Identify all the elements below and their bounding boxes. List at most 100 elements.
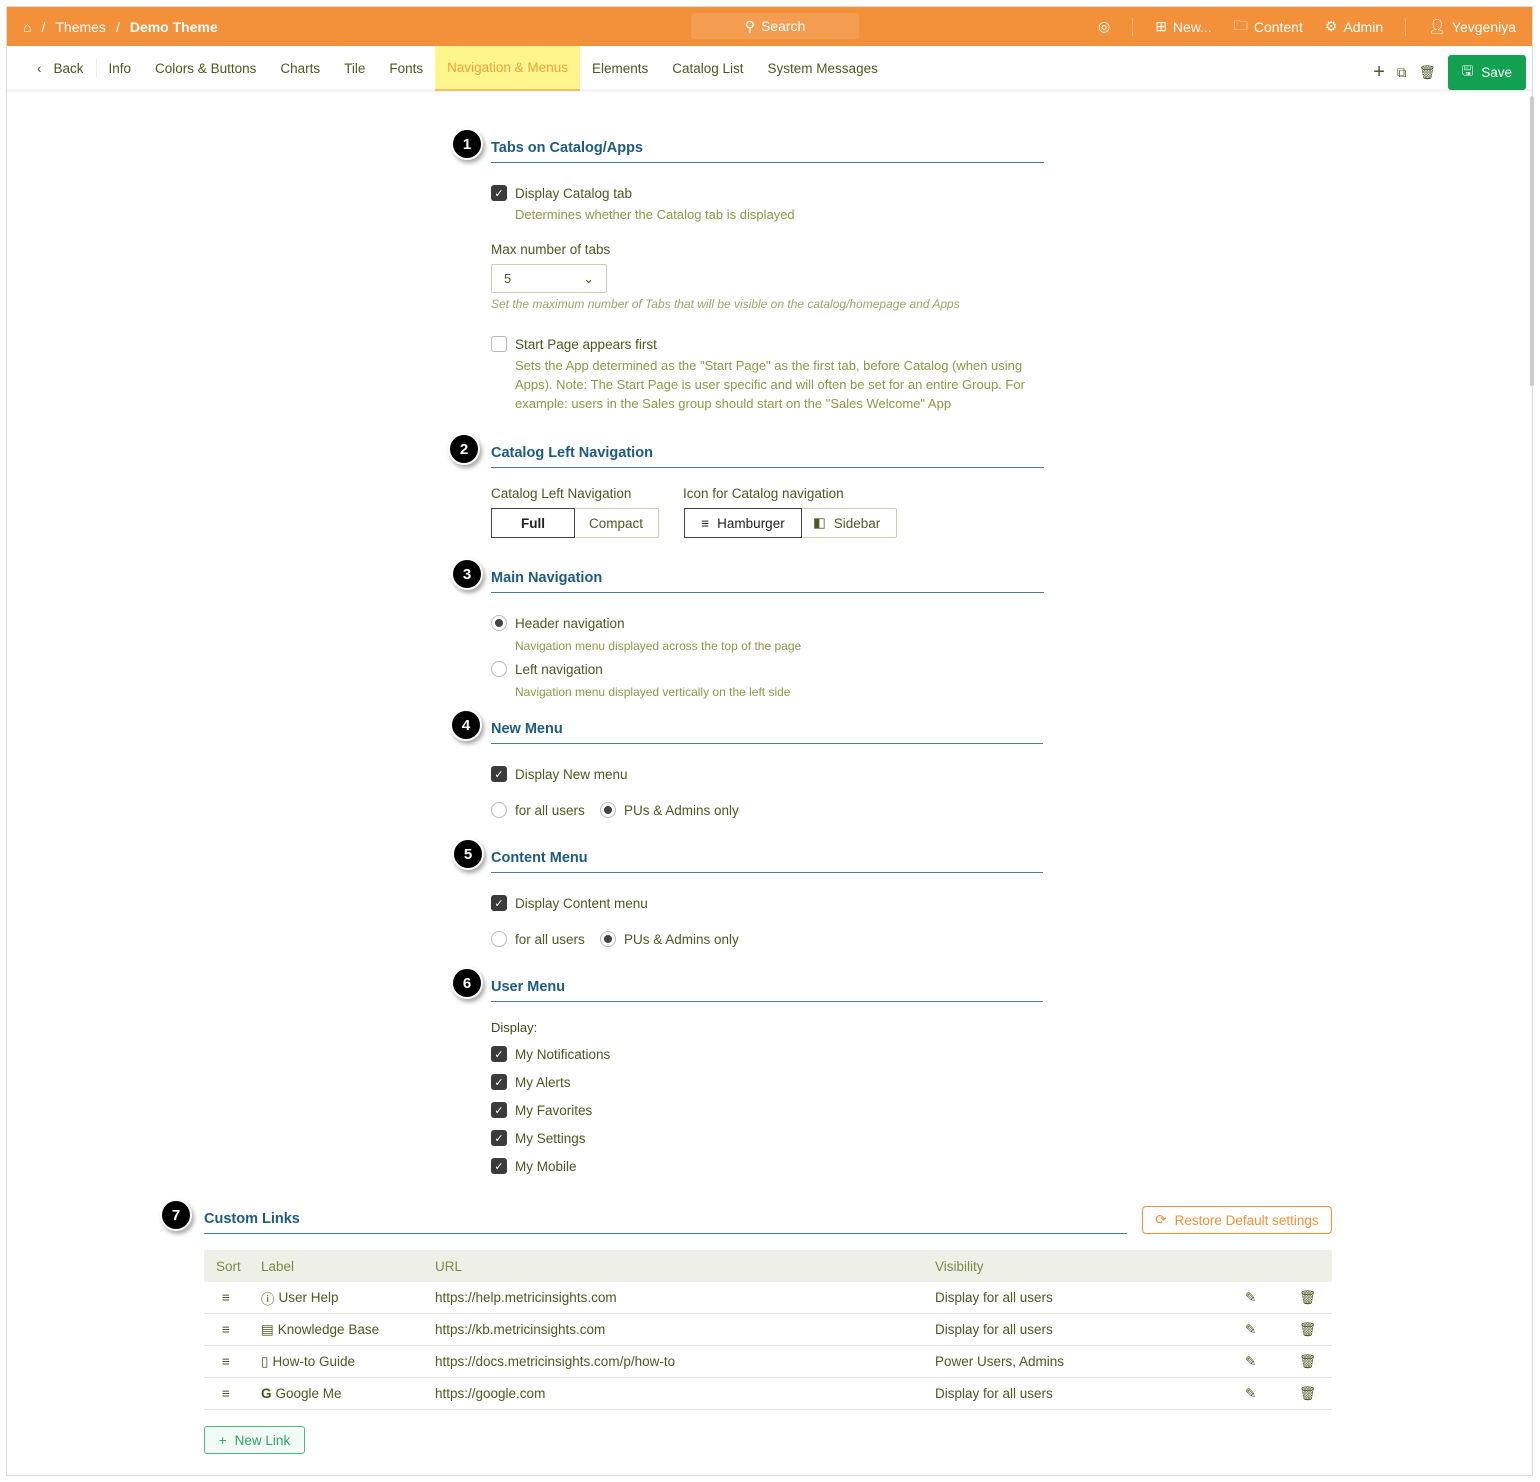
admin-menu[interactable]: ⚙ Admin — [1325, 18, 1383, 35]
drag-handle-icon[interactable]: ≡ — [204, 1290, 261, 1305]
chevron-left-icon: ‹ — [37, 60, 42, 76]
floppy-icon: 🖫 — [1461, 63, 1474, 78]
delete-icon[interactable]: 🗑︎ — [1299, 1354, 1332, 1370]
new-all-users-radio[interactable]: for all users — [491, 802, 585, 818]
step-badge: 2 — [448, 433, 480, 465]
section-title: Catalog Left Navigation — [491, 445, 1044, 468]
display-new-menu-checkbox[interactable]: ✓ Display New menu — [491, 766, 628, 782]
step-badge: 4 — [450, 709, 482, 741]
my-favorites-checkbox[interactable]: ✓ My Favorites — [491, 1102, 592, 1118]
back-button[interactable]: ‹ Back — [7, 58, 97, 78]
my-settings-checkbox[interactable]: ✓ My Settings — [491, 1130, 586, 1146]
section-custom-links: 7 Custom Links — [160, 1199, 1127, 1234]
gear-icon: ⚙ — [1324, 18, 1338, 34]
search-icon: ⚲ — [744, 17, 755, 34]
table-row: ≡ ⓘ User Help https://help.metricinsights… — [204, 1282, 1332, 1314]
tab-info[interactable]: Info — [97, 46, 144, 91]
tab-bar: ‹ Back Info Colors & Buttons Charts Tile … — [7, 45, 1532, 92]
step-badge: 3 — [451, 558, 483, 590]
content-menu[interactable]: 🗀 Content — [1234, 15, 1303, 39]
sidebar-option[interactable]: ◧ Sidebar — [801, 509, 892, 537]
palette-icon[interactable]: ◎ — [1098, 18, 1110, 35]
drag-handle-icon[interactable]: ≡ — [204, 1386, 261, 1401]
breadcrumb: ⌂ / Themes / Demo Theme — [23, 18, 218, 35]
delete-icon[interactable]: 🗑︎ — [1299, 1386, 1332, 1402]
refresh-icon: ⟳ — [1155, 1212, 1167, 1227]
hamburger-icon: ≡ — [701, 515, 710, 531]
help-circle-icon: ⓘ — [261, 1291, 275, 1307]
new-menu[interactable]: ⊞ New... — [1155, 18, 1212, 35]
section-catalog-left-nav: 2 Catalog Left Navigation Catalog Left N… — [448, 433, 1044, 538]
display-catalog-checkbox[interactable]: ✓ Display Catalog tab — [491, 185, 632, 201]
drag-handle-icon[interactable]: ≡ — [204, 1322, 261, 1337]
my-mobile-checkbox[interactable]: ✓ My Mobile — [491, 1158, 577, 1174]
scrollbar[interactable] — [1530, 96, 1534, 386]
sidebar-icon: ◧ — [813, 515, 826, 530]
tab-elements[interactable]: Elements — [580, 46, 660, 91]
step-badge: 6 — [451, 967, 483, 999]
custom-links-table: Sort Label URL Visibility ≡ ⓘ User Help h… — [204, 1250, 1332, 1410]
tab-system-messages[interactable]: System Messages — [756, 46, 890, 91]
section-title: Tabs on Catalog/Apps — [491, 140, 1044, 163]
tab-tile[interactable]: Tile — [332, 46, 377, 91]
delete-icon[interactable]: 🗑︎ — [1299, 1322, 1332, 1338]
breadcrumb-current: Demo Theme — [129, 18, 218, 35]
start-page-checkbox[interactable]: Start Page appears first — [491, 336, 657, 352]
user-menu[interactable]: 👤︎ Yevgeniya — [1428, 18, 1516, 35]
section-tabs-catalog: 1 Tabs on Catalog/Apps ✓ Display Catalog … — [451, 128, 1044, 411]
my-notifications-checkbox[interactable]: ✓ My Notifications — [491, 1046, 610, 1062]
table-row: ≡ ▯ How-to Guide https://docs.metricinsig… — [204, 1346, 1332, 1378]
tab-colors-buttons[interactable]: Colors & Buttons — [143, 46, 268, 91]
tab-navigation-menus[interactable]: Navigation & Menus — [435, 45, 580, 91]
add-icon[interactable]: + — [1373, 61, 1385, 84]
section-title: User Menu — [491, 979, 1043, 1002]
new-link-button[interactable]: + New Link — [204, 1426, 305, 1454]
step-badge: 7 — [160, 1199, 192, 1231]
trash-icon[interactable]: 🗑︎ — [1419, 65, 1436, 81]
compact-option[interactable]: Compact — [574, 509, 658, 537]
edit-icon[interactable]: ✎ — [1245, 1290, 1299, 1306]
section-title: Content Menu — [491, 850, 1043, 873]
section-title: Custom Links — [204, 1211, 1127, 1234]
max-tabs-select[interactable]: 5 ⌄ — [491, 264, 607, 293]
tab-fonts[interactable]: Fonts — [377, 46, 435, 91]
tab-catalog-list[interactable]: Catalog List — [660, 46, 755, 91]
content-pus-admins-radio[interactable]: PUs & Admins only — [600, 931, 739, 947]
section-title: Main Navigation — [491, 570, 1044, 593]
edit-icon[interactable]: ✎ — [1245, 1322, 1299, 1338]
nav-style-toggle: Full Compact — [491, 508, 659, 538]
left-nav-radio[interactable]: Left navigation — [491, 661, 603, 677]
restore-defaults-button[interactable]: ⟳ Restore Default settings — [1142, 1206, 1332, 1234]
display-content-menu-checkbox[interactable]: ✓ Display Content menu — [491, 895, 648, 911]
doc-question-icon: ▯ — [261, 1353, 269, 1369]
edit-icon[interactable]: ✎ — [1245, 1354, 1299, 1370]
user-icon: 👤︎ — [1428, 18, 1446, 34]
table-row: ≡ ▤ Knowledge Base https://kb.metricinsig… — [204, 1314, 1332, 1346]
book-icon: ▤ — [261, 1321, 274, 1337]
save-button[interactable]: 🖫 Save — [1447, 55, 1526, 90]
nav-icon-toggle: ≡ Hamburger ◧ Sidebar — [684, 508, 897, 538]
section-content-menu: 5 Content Menu ✓ Display Content menu for… — [452, 838, 1043, 947]
breadcrumb-themes[interactable]: Themes — [55, 19, 106, 35]
home-icon[interactable]: ⌂ — [23, 19, 31, 35]
top-bar: ⌂ / Themes / Demo Theme ⚲ Search ◎ ⊞ New... … — [7, 7, 1532, 46]
content-all-users-radio[interactable]: for all users — [491, 931, 585, 947]
search-input[interactable]: ⚲ Search — [691, 13, 859, 39]
header-nav-radio[interactable]: Header navigation — [491, 615, 625, 631]
plus-icon: + — [218, 1432, 227, 1448]
full-option[interactable]: Full — [491, 508, 575, 538]
google-icon: G — [261, 1386, 272, 1401]
delete-icon[interactable]: 🗑︎ — [1299, 1290, 1332, 1306]
my-alerts-checkbox[interactable]: ✓ My Alerts — [491, 1074, 571, 1090]
table-row: ≡ G Google Me https://google.com Display … — [204, 1378, 1332, 1410]
new-pus-admins-radio[interactable]: PUs & Admins only — [600, 802, 739, 818]
edit-icon[interactable]: ✎ — [1245, 1386, 1299, 1402]
tab-charts[interactable]: Charts — [268, 46, 332, 91]
plus-square-icon: ⊞ — [1155, 18, 1167, 34]
table-header: Sort Label URL Visibility — [204, 1250, 1332, 1282]
section-new-menu: 4 New Menu ✓ Display New menu for all use… — [450, 709, 1043, 818]
drag-handle-icon[interactable]: ≡ — [204, 1354, 261, 1369]
hamburger-option[interactable]: ≡ Hamburger — [684, 508, 802, 538]
copy-icon[interactable]: ⧉ — [1397, 65, 1407, 81]
folder-icon: 🗀 — [1233, 16, 1248, 33]
